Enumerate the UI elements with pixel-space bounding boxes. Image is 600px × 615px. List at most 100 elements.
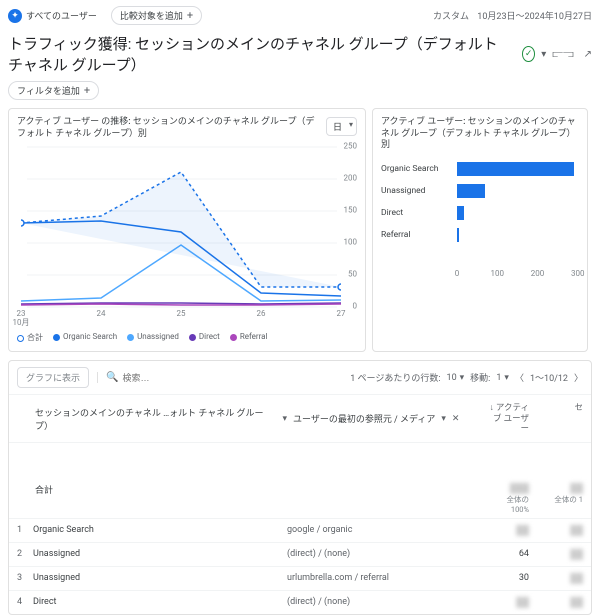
row-source: (direct) / (none): [287, 597, 457, 607]
chevron-down-icon[interactable]: ▾: [541, 49, 546, 60]
row-source: google / organic: [287, 525, 457, 535]
user-badge-icon: ✦: [8, 9, 22, 23]
row-v1: 64: [489, 549, 529, 560]
all-users-label: すべてのユーザー: [26, 9, 97, 22]
line-chart-card: アクティブ ユーザー の推移: セッションのメインのチャネル グループ（デフォル…: [8, 108, 366, 352]
line-chart-title: アクティブ ユーザー の推移: セッションのメインのチャネル グループ（デフォル…: [17, 117, 320, 140]
row-index: 3: [17, 573, 33, 583]
bar-chart-title: アクティブ ユーザー: セッションのメインのチャネル グループ（デフォルト チャ…: [381, 117, 579, 152]
ytick: 250: [344, 142, 358, 151]
dimension-2-label[interactable]: ユーザーの最初の参照元 / メディア: [293, 412, 435, 425]
total-v1: ███: [510, 484, 529, 494]
table-row[interactable]: 1Organic Searchgoogle / organic ██ ██: [9, 518, 591, 542]
close-icon[interactable]: ✕: [452, 414, 460, 424]
page-next-icon[interactable]: 〉: [574, 371, 583, 384]
legend-item[interactable]: Referral: [230, 332, 268, 343]
xtick: 300: [571, 269, 585, 278]
status-check-icon[interactable]: ✓: [522, 46, 535, 62]
xtick: 100: [491, 269, 505, 278]
xtick: 27: [337, 309, 346, 318]
dimension-1-label[interactable]: セッションのメインのチャネル …ォルト チャネル グループ）: [35, 406, 276, 432]
table-row[interactable]: 3Unassignedurlumbrella.com / referral 30 █…: [9, 566, 591, 590]
data-table-card: グラフに表示 🔍 1 ページあたりの行数: 10 ▾ 移動: 1 ▾ 〈 1～1…: [8, 360, 592, 615]
add-filter-label: フィルタを追加: [17, 84, 80, 97]
ytick: 0: [353, 302, 358, 311]
goto-page-select[interactable]: 1 ▾: [496, 373, 509, 383]
row-channel: Unassigned: [33, 573, 287, 583]
line-chart: 250 200 150 100 50 0 23 10月 24 25 26 27: [17, 146, 357, 306]
date-range-value: 10月23日～2024年10月27日: [477, 12, 592, 22]
date-range-label: カスタム: [433, 12, 469, 22]
add-compare-label: 比較対象を追加: [120, 9, 183, 22]
row-source: urlumbrella.com / referral: [287, 573, 457, 583]
bar-label: Referral: [381, 230, 457, 240]
search-input[interactable]: [122, 373, 222, 383]
page-prev-icon[interactable]: 〈: [515, 371, 524, 384]
page-range: 1～10/12: [530, 371, 568, 384]
add-compare-chip[interactable]: 比較対象を追加 +: [111, 6, 202, 25]
bar-fill: [457, 162, 574, 176]
bar-fill: [457, 184, 485, 198]
row-v2: ██: [543, 597, 583, 608]
all-users-chip[interactable]: ✦ すべてのユーザー: [8, 7, 105, 25]
bar-chart: Organic Search Unassigned Direct Referra…: [381, 162, 579, 264]
table-row[interactable]: 4Direct(direct) / (none) ██ ██: [9, 590, 591, 614]
total-v2: ██: [570, 484, 583, 494]
granularity-value: 日: [333, 123, 342, 133]
chevron-down-icon[interactable]: ▾: [282, 414, 287, 424]
xtick: 200: [531, 269, 545, 278]
search-icon: 🔍: [106, 372, 118, 383]
legend-item[interactable]: 合計: [17, 332, 43, 343]
row-index: 1: [17, 525, 33, 535]
ytick: 150: [344, 206, 358, 215]
metric-1-header[interactable]: ↓ アクティブ ユーザー: [489, 403, 529, 434]
bar-row: Referral: [381, 228, 579, 242]
page-title: トラフィック獲得: セッションのメインのチャネル グループ（デフォルト チャネル…: [8, 33, 516, 75]
xtick: 0: [455, 269, 460, 278]
chevron-down-icon[interactable]: ▾: [441, 414, 446, 424]
rows-per-page-select[interactable]: 10 ▾: [447, 373, 465, 383]
granularity-select[interactable]: 日: [326, 117, 357, 136]
xtick: 25: [177, 309, 186, 318]
table-row[interactable]: 2Unassigned(direct) / (none)64██: [9, 542, 591, 566]
metric-2-header[interactable]: セ: [543, 403, 583, 434]
rows-per-page-label: 1 ページあたりの行数:: [350, 371, 440, 384]
total-sub2: 全体の 1: [543, 494, 583, 505]
xtick: 26: [257, 309, 266, 318]
row-v1: ██: [489, 597, 529, 608]
row-v2: ██: [543, 573, 583, 584]
bar-fill: [457, 228, 459, 242]
show-in-chart-button[interactable]: グラフに表示: [17, 367, 89, 388]
legend-item[interactable]: Unassigned: [127, 332, 179, 343]
goto-label: 移動:: [470, 371, 490, 384]
date-range-picker[interactable]: カスタム 10月23日～2024年10月27日: [433, 9, 592, 22]
bar-label: Organic Search: [381, 164, 457, 174]
row-v1: 30: [489, 573, 529, 584]
bar-label: Direct: [381, 208, 457, 218]
share-icon[interactable]: ↗: [584, 49, 592, 60]
ytick: 100: [344, 238, 358, 247]
row-channel: Organic Search: [33, 525, 287, 535]
row-channel: Direct: [33, 597, 287, 607]
search-box[interactable]: 🔍: [97, 372, 237, 383]
add-filter-chip[interactable]: フィルタを追加 +: [8, 81, 99, 100]
ytick: 50: [348, 270, 357, 279]
legend: 合計 Organic Search Unassigned Direct Refe…: [17, 332, 357, 343]
bar-row: Organic Search: [381, 162, 579, 176]
row-source: (direct) / (none): [287, 549, 457, 559]
total-sub1: 全体の 100%: [489, 494, 529, 514]
legend-item[interactable]: Direct: [189, 332, 220, 343]
line-chart-svg: [21, 146, 341, 306]
row-v1: ██: [489, 525, 529, 536]
row-v2: ██: [543, 525, 583, 536]
plus-icon: +: [84, 84, 90, 97]
bar-chart-card: アクティブ ユーザー: セッションのメインのチャネル グループ（デフォルト チャ…: [372, 108, 588, 352]
row-v2: ██: [543, 549, 583, 560]
bar-fill: [457, 206, 464, 220]
row-index: 4: [17, 597, 33, 607]
ytick: 200: [344, 174, 358, 183]
legend-item[interactable]: Organic Search: [53, 332, 117, 343]
plus-icon: +: [187, 9, 193, 22]
row-channel: Unassigned: [33, 549, 287, 559]
customize-icon[interactable]: ⫍⫎: [552, 49, 573, 60]
